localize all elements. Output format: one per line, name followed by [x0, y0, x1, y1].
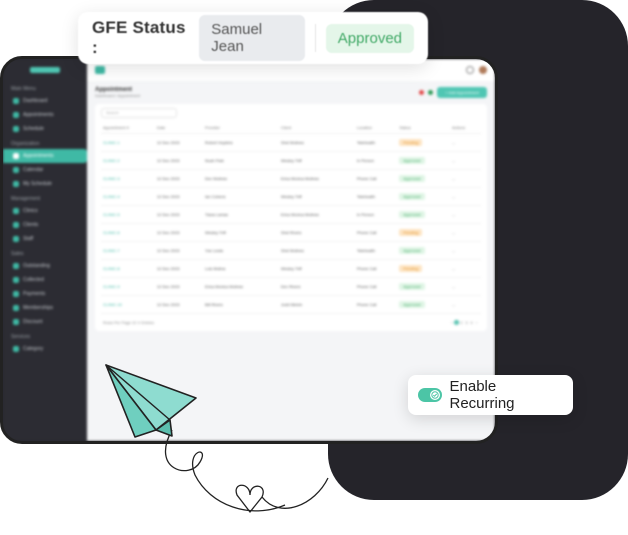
heart-loop [235, 484, 264, 514]
recurring-toggle[interactable] [418, 388, 442, 402]
enable-recurring-card: Enable Recurring [408, 375, 573, 415]
flight-trail [164, 429, 286, 512]
recurring-label: Enable Recurring [449, 378, 515, 412]
flight-trail-end [261, 477, 329, 509]
paper-plane-illustration [105, 364, 329, 514]
check-icon [429, 390, 440, 400]
